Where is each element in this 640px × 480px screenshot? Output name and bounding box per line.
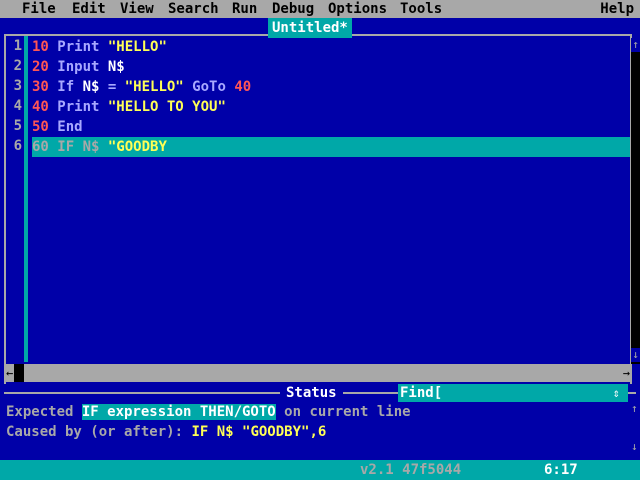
code-token: = [99,79,125,95]
horizontal-scroll-thumb[interactable] [14,364,24,382]
line-number: 4 [13,98,22,114]
code-token: 30 [32,79,49,95]
menu-help[interactable]: Help [600,0,634,18]
code-token: "HELLO TO YOU" [107,99,226,115]
status-message-line-1: Expected IF expression THEN/GOTO on curr… [6,402,411,422]
code-token: Print [48,39,108,55]
code-token: 50 [32,119,49,135]
status-up-arrow-icon[interactable]: ↑ [631,402,638,416]
status-message-text: Expected [6,404,82,420]
find-scroll-icon[interactable]: ⇕ [613,384,620,402]
status-down-arrow-icon[interactable]: ↓ [631,440,638,454]
document-title: Untitled* [268,18,352,38]
menu-view[interactable]: View [120,0,154,18]
find-input[interactable]: Find[ [398,384,628,402]
left-arrow-icon[interactable]: ← [6,364,13,382]
code-line[interactable]: 10 Print "HELLO" [32,37,630,57]
menu-run[interactable]: Run [232,0,257,18]
line-number: 1 [13,38,22,54]
menu-tools[interactable]: Tools [400,0,442,18]
status-label: Status [280,384,343,402]
line-number: 6 [13,138,22,154]
code-line[interactable]: 40 Print "HELLO TO YOU" [32,97,630,117]
up-arrow-icon[interactable]: ↑ [631,38,640,52]
right-arrow-icon[interactable]: → [623,364,630,382]
code-token: GoTo [183,79,235,95]
code-token: 20 [32,59,49,75]
code-token: N$ [82,79,100,95]
line-number-gutter: 1 2 3 4 5 6 [6,36,28,362]
line-number: 3 [13,78,22,94]
version-label: v2.1 47f5044 [360,462,462,478]
status-message-text: on current line [275,404,411,420]
code-token: "HELLO" [124,79,184,95]
code-token: N$ [107,59,125,75]
status-message-line-2: Caused by (or after): IF N$ "GOODBY",6 [6,422,326,442]
cursor-position: 6:17 [544,462,578,478]
vertical-scroll-thumb[interactable] [631,326,640,344]
code-line[interactable]: 50 End [32,117,630,137]
code-token: 40 [32,99,49,115]
code-token: 40 [234,79,252,95]
line-number: 5 [13,118,22,134]
code-editor[interactable]: 10 Print "HELLO" 20 Input N$ 30 If N$ = "H… [32,37,630,363]
code-token: Input [48,59,108,75]
code-token: "GOODBY [99,139,167,155]
menu-debug[interactable]: Debug [272,0,314,18]
horizontal-scrollbar[interactable]: ← → [6,364,632,382]
down-arrow-icon[interactable]: ↓ [631,348,640,362]
status-bar: v2.1 47f5044 6:17 [0,460,640,480]
line-number: 2 [13,58,22,74]
menu-bar: File Edit View Search Run Debug Options … [0,0,640,18]
code-token: "HELLO" [107,39,167,55]
code-token: If [48,79,83,95]
status-message-code: IF N$ "GOODBY",6 [191,424,327,440]
code-token: 60 [32,139,49,155]
code-line[interactable]: 20 Input N$ [32,57,630,77]
menu-options[interactable]: Options [328,0,387,18]
code-token: N$ [82,139,100,155]
code-token: 10 [32,39,49,55]
code-token: IF [48,139,83,155]
menu-file[interactable]: File [22,0,56,18]
code-token: End [48,119,83,135]
status-message-text: Caused by (or after): [6,424,192,440]
code-token: Print [48,99,108,115]
menu-edit[interactable]: Edit [72,0,106,18]
menu-search[interactable]: Search [168,0,219,18]
code-line[interactable]: 60 IF N$ "GOODBY [32,137,630,157]
vertical-scrollbar[interactable]: ↑ ↓ [631,38,640,364]
code-line[interactable]: 30 If N$ = "HELLO" GoTo 40 [32,77,630,97]
status-message-highlight: IF expression THEN/GOTO [81,404,276,420]
